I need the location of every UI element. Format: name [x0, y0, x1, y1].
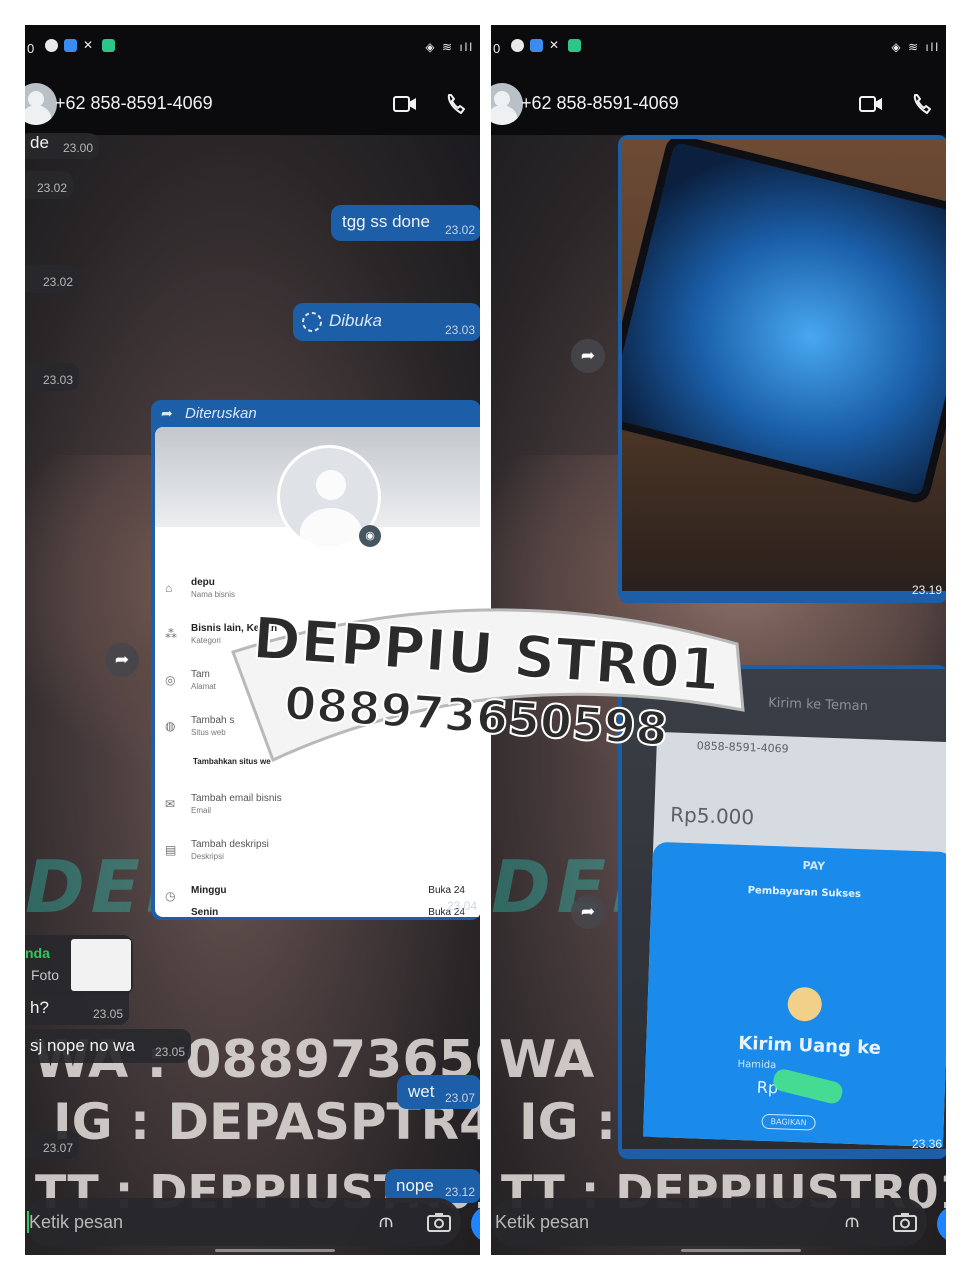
status-time: 0	[27, 41, 35, 56]
game-screen-photo	[622, 139, 946, 591]
contact-avatar[interactable]	[25, 83, 57, 125]
whatsapp-icon	[511, 39, 524, 52]
message-bubble-in[interactable]: h? 23.05	[25, 991, 129, 1025]
profile-row-category: ⁂ Bisnis lain, Keuan Kategori	[165, 623, 278, 645]
message-bubble-out[interactable]: wet 23.07	[397, 1075, 480, 1109]
forward-button[interactable]: ➦	[571, 895, 605, 929]
view-once-icon	[302, 312, 322, 332]
message-bubble-in[interactable]: 23.07	[25, 1131, 79, 1159]
forwarded-label: Diteruskan	[185, 405, 257, 422]
forward-arrow-icon: ➦	[161, 405, 173, 421]
reply-thumbnail	[71, 939, 131, 991]
app-icon	[64, 39, 77, 52]
category-icon: ⁂	[165, 627, 177, 641]
app-icon	[530, 39, 543, 52]
image-message-game[interactable]: 23.19	[618, 135, 946, 603]
coin-icon	[787, 986, 823, 1022]
attach-icon[interactable]: ⫙	[379, 1210, 393, 1233]
reply-type: Foto	[31, 967, 60, 983]
globe-icon: ◍	[165, 719, 176, 733]
location-icon: ◎	[165, 673, 176, 687]
message-bubble-in[interactable]: 23.03	[25, 363, 79, 391]
message-input-bar[interactable]: Ketik pesan ⫙	[25, 1198, 461, 1246]
contact-avatar[interactable]	[491, 83, 523, 125]
message-timestamp: 23.04	[446, 899, 477, 913]
notification-icons: ✕	[45, 39, 115, 52]
message-bubble-in[interactable]: de 23.00	[25, 133, 99, 159]
app-icon-green	[102, 39, 115, 52]
camera-icon[interactable]	[427, 1212, 451, 1232]
camera-icon: ◉	[359, 525, 381, 547]
description-icon: ▤	[165, 843, 177, 857]
signal-wifi-icons: ◈ ≋ ıll	[425, 40, 474, 54]
profile-row-name: ⌂ depu Nama bisnis	[165, 577, 236, 599]
contact-name[interactable]: +62 858-8591-4069	[521, 93, 679, 114]
message-input-placeholder[interactable]: Ketik pesan	[29, 1212, 123, 1233]
scribble-redaction	[771, 1067, 845, 1106]
contact-name[interactable]: +62 858-8591-4069	[55, 93, 213, 114]
business-profile-screenshot: ◉ ⌂ depu Nama bisnis ⁂ Bisnis lain, Keua…	[155, 427, 480, 917]
forward-button[interactable]: ➦	[571, 339, 605, 373]
status-bar: 0 ✕ ◈ ≋ ıll	[25, 25, 480, 73]
profile-row-website: ◍ Tambah s Situs web	[165, 715, 235, 737]
profile-row-email: ✉ Tambah email bisnis Email	[165, 793, 282, 815]
whatsapp-icon	[45, 39, 58, 52]
payment-phone-screen: Kirim ke Teman 0858-8591-4069 Rp5.000 PA…	[643, 696, 946, 1148]
email-icon: ✉	[165, 797, 176, 811]
view-once-message[interactable]: Dibuka 23.03	[293, 303, 480, 341]
reply-sender: nda	[25, 945, 50, 961]
message-input-placeholder[interactable]: Ketik pesan	[495, 1212, 589, 1233]
voice-call-icon[interactable]	[445, 93, 467, 115]
message-timestamp: 23.36	[911, 1137, 942, 1151]
camera-icon[interactable]	[893, 1212, 917, 1232]
wrench-icon: ✕	[83, 38, 94, 52]
profile-row-hours-2: Senin Buka 24	[191, 907, 465, 917]
message-timestamp: 23.19	[911, 583, 942, 597]
phone-screen	[622, 139, 946, 506]
attach-icon[interactable]: ⫙	[845, 1210, 859, 1233]
clock-icon: ◷	[165, 889, 176, 903]
forwarded-image-message[interactable]: ➦ Diteruskan ◉ ⌂ depu Nama bisnis ⁂ Bisn…	[151, 400, 480, 920]
wrench-icon: ✕	[549, 38, 560, 52]
home-indicator	[681, 1249, 801, 1252]
forward-button[interactable]: ➦	[105, 643, 139, 677]
voice-call-icon[interactable]	[911, 93, 933, 115]
message-bubble-in[interactable]: 23.02	[25, 171, 73, 199]
store-icon: ⌂	[165, 581, 173, 595]
profile-row-website-add: Tambahkan situs we	[193, 757, 271, 766]
app-icon-green	[568, 39, 581, 52]
payment-screen-photo: Kirim ke Teman 0858-8591-4069 Rp5.000 PA…	[622, 669, 946, 1149]
chat-header: +62 858-8591-4069	[25, 73, 480, 135]
video-call-icon[interactable]	[393, 95, 417, 113]
video-call-icon[interactable]	[859, 95, 883, 113]
message-bubble-in[interactable]: sj nope no wa 23.05	[25, 1029, 191, 1063]
message-bubble-out[interactable]: tgg ss done 23.02	[331, 205, 480, 241]
message-input-bar[interactable]: Ketik pesan ⫙	[491, 1198, 927, 1246]
status-time: 0	[493, 41, 501, 56]
message-bubble-in[interactable]: 23.02	[25, 265, 79, 293]
quoted-reply[interactable]: nda Foto	[25, 935, 133, 995]
chat-screenshot-right: DEPPIU STR01 WA : ( IG : I TT : DEPPIUST…	[491, 25, 946, 1255]
profile-row-description: ▤ Tambah deskripsi Deskripsi	[165, 839, 269, 861]
image-message-payment[interactable]: Kirim ke Teman 0858-8591-4069 Rp5.000 PA…	[618, 665, 946, 1159]
home-indicator	[215, 1249, 335, 1252]
signal-wifi-icons: ◈ ≋ ıll	[891, 40, 940, 54]
status-bar: 0 ✕ ◈ ≋ ıll	[491, 25, 946, 73]
notification-icons: ✕	[511, 39, 581, 52]
chat-header: +62 858-8591-4069	[491, 73, 946, 135]
chat-screenshot-left: DEPPIU STR01 WA : 088973650598 IG : DEPA…	[25, 25, 480, 1255]
payment-success-sheet: PAY Pembayaran Sukses Kirim Uang ke Hami…	[643, 841, 946, 1148]
profile-row-address: ◎ Tam Alamat	[165, 669, 216, 691]
